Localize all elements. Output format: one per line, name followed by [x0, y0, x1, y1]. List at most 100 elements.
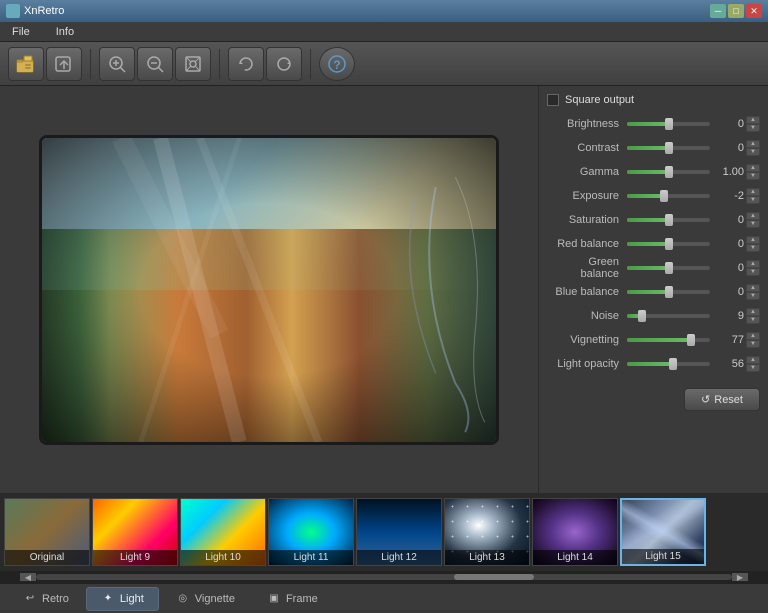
tab-vignette[interactable]: ◎Vignette	[161, 587, 250, 611]
spinner-up-noise[interactable]: ▲	[746, 308, 760, 316]
spinner-up-exposure[interactable]: ▲	[746, 188, 760, 196]
reset-button[interactable]: ↺ Reset	[684, 388, 760, 411]
spinner-down-contrast[interactable]: ▼	[746, 148, 760, 156]
maximize-button[interactable]: □	[728, 4, 744, 18]
spinner-up-blue_balance[interactable]: ▲	[746, 284, 760, 292]
spinner-vignetting: ▲▼	[746, 332, 760, 348]
slider-track-gamma	[627, 170, 710, 174]
slider-thumb-brightness[interactable]	[665, 118, 673, 130]
slider-thumb-contrast[interactable]	[665, 142, 673, 154]
main-content: Square output Brightness0▲▼Contrast0▲▼Ga…	[0, 86, 768, 493]
slider-green_balance[interactable]	[627, 260, 710, 276]
slider-thumb-blue_balance[interactable]	[665, 286, 673, 298]
slider-track-light_opacity	[627, 362, 710, 366]
menu-info[interactable]: Info	[48, 24, 82, 40]
slider-thumb-vignetting[interactable]	[687, 334, 695, 346]
tab-frame[interactable]: ▣Frame	[252, 587, 333, 611]
filmstrip-item-light15[interactable]: Light 15	[620, 498, 706, 566]
menu-file[interactable]: File	[4, 24, 38, 40]
minimize-button[interactable]: ─	[710, 4, 726, 18]
spinner-up-light_opacity[interactable]: ▲	[746, 356, 760, 364]
help-button[interactable]: ?	[319, 47, 355, 81]
spinner-down-blue_balance[interactable]: ▼	[746, 292, 760, 300]
open-button[interactable]	[8, 47, 44, 81]
titlebar-title: XnRetro	[24, 5, 64, 17]
slider-exposure[interactable]	[627, 188, 710, 204]
spinner-gamma: ▲▼	[746, 164, 760, 180]
filmstrip-item-light11[interactable]: Light 11	[268, 498, 354, 566]
filmstrip-item-original[interactable]: Original	[4, 498, 90, 566]
slider-thumb-exposure[interactable]	[660, 190, 668, 202]
slider-thumb-green_balance[interactable]	[665, 262, 673, 274]
slider-thumb-saturation[interactable]	[665, 214, 673, 226]
tab-icon-light: ✦	[101, 592, 115, 606]
filmstrip-item-light13[interactable]: Light 13	[444, 498, 530, 566]
filmstrip-item-light9[interactable]: Light 9	[92, 498, 178, 566]
scroll-left-button[interactable]: ◀	[20, 573, 36, 581]
spinner-down-red_balance[interactable]: ▼	[746, 244, 760, 252]
filmstrip-scrollbar: ◀ ▶	[0, 571, 768, 583]
spinner-up-vignetting[interactable]: ▲	[746, 332, 760, 340]
square-output-checkbox[interactable]	[547, 94, 559, 106]
spinner-up-brightness[interactable]: ▲	[746, 116, 760, 124]
scroll-thumb[interactable]	[454, 574, 534, 580]
slider-red_balance[interactable]	[627, 236, 710, 252]
sliders-container: Brightness0▲▼Contrast0▲▼Gamma1.00▲▼Expos…	[547, 114, 760, 374]
spinner-red_balance: ▲▼	[746, 236, 760, 252]
slider-thumb-gamma[interactable]	[665, 166, 673, 178]
toolbar-sep-3	[310, 49, 311, 79]
slider-thumb-red_balance[interactable]	[665, 238, 673, 250]
spinner-up-saturation[interactable]: ▲	[746, 212, 760, 220]
slider-brightness[interactable]	[627, 116, 710, 132]
scroll-track[interactable]	[36, 574, 732, 580]
rotate-right-button[interactable]	[266, 47, 302, 81]
slider-thumb-light_opacity[interactable]	[669, 358, 677, 370]
fit-button[interactable]	[175, 47, 211, 81]
close-button[interactable]: ✕	[746, 4, 762, 18]
filmstrip-item-light12[interactable]: Light 12	[356, 498, 442, 566]
spinner-up-green_balance[interactable]: ▲	[746, 260, 760, 268]
spinner-contrast: ▲▼	[746, 140, 760, 156]
filmstrip-item-light10[interactable]: Light 10	[180, 498, 266, 566]
spinner-up-contrast[interactable]: ▲	[746, 140, 760, 148]
square-output-row: Square output	[547, 94, 760, 106]
slider-row-vignetting: Vignetting77▲▼	[547, 330, 760, 350]
spinner-down-light_opacity[interactable]: ▼	[746, 364, 760, 372]
slider-fill-light_opacity	[627, 362, 673, 366]
slider-noise[interactable]	[627, 308, 710, 324]
spinner-up-red_balance[interactable]: ▲	[746, 236, 760, 244]
slider-label-vignetting: Vignetting	[547, 334, 627, 346]
spinner-green_balance: ▲▼	[746, 260, 760, 276]
titlebar: XnRetro ─ □ ✕	[0, 0, 768, 22]
export-button[interactable]	[46, 47, 82, 81]
filmstrip-item-light14[interactable]: Light 14	[532, 498, 618, 566]
filmstrip: OriginalLight 9Light 10Light 11Light 12L…	[4, 497, 764, 567]
spinner-down-gamma[interactable]: ▼	[746, 172, 760, 180]
rotate-left-button[interactable]	[228, 47, 264, 81]
spinner-down-vignetting[interactable]: ▼	[746, 340, 760, 348]
spinner-saturation: ▲▼	[746, 212, 760, 228]
tab-light[interactable]: ✦Light	[86, 587, 159, 611]
slider-saturation[interactable]	[627, 212, 710, 228]
app-icon	[6, 4, 20, 18]
slider-label-exposure: Exposure	[547, 190, 627, 202]
slider-row-red_balance: Red balance0▲▼	[547, 234, 760, 254]
spinner-down-exposure[interactable]: ▼	[746, 196, 760, 204]
slider-light_opacity[interactable]	[627, 356, 710, 372]
slider-thumb-noise[interactable]	[638, 310, 646, 322]
spinner-down-saturation[interactable]: ▼	[746, 220, 760, 228]
slider-blue_balance[interactable]	[627, 284, 710, 300]
spinner-down-green_balance[interactable]: ▼	[746, 268, 760, 276]
zoom-out-button[interactable]	[137, 47, 173, 81]
slider-row-noise: Noise9▲▼	[547, 306, 760, 326]
zoom-in-button[interactable]	[99, 47, 135, 81]
spinner-down-brightness[interactable]: ▼	[746, 124, 760, 132]
tab-retro[interactable]: ↩Retro	[8, 587, 84, 611]
scroll-right-button[interactable]: ▶	[732, 573, 748, 581]
slider-contrast[interactable]	[627, 140, 710, 156]
slider-vignetting[interactable]	[627, 332, 710, 348]
spinner-up-gamma[interactable]: ▲	[746, 164, 760, 172]
slider-gamma[interactable]	[627, 164, 710, 180]
spinner-down-noise[interactable]: ▼	[746, 316, 760, 324]
slider-label-contrast: Contrast	[547, 142, 627, 154]
